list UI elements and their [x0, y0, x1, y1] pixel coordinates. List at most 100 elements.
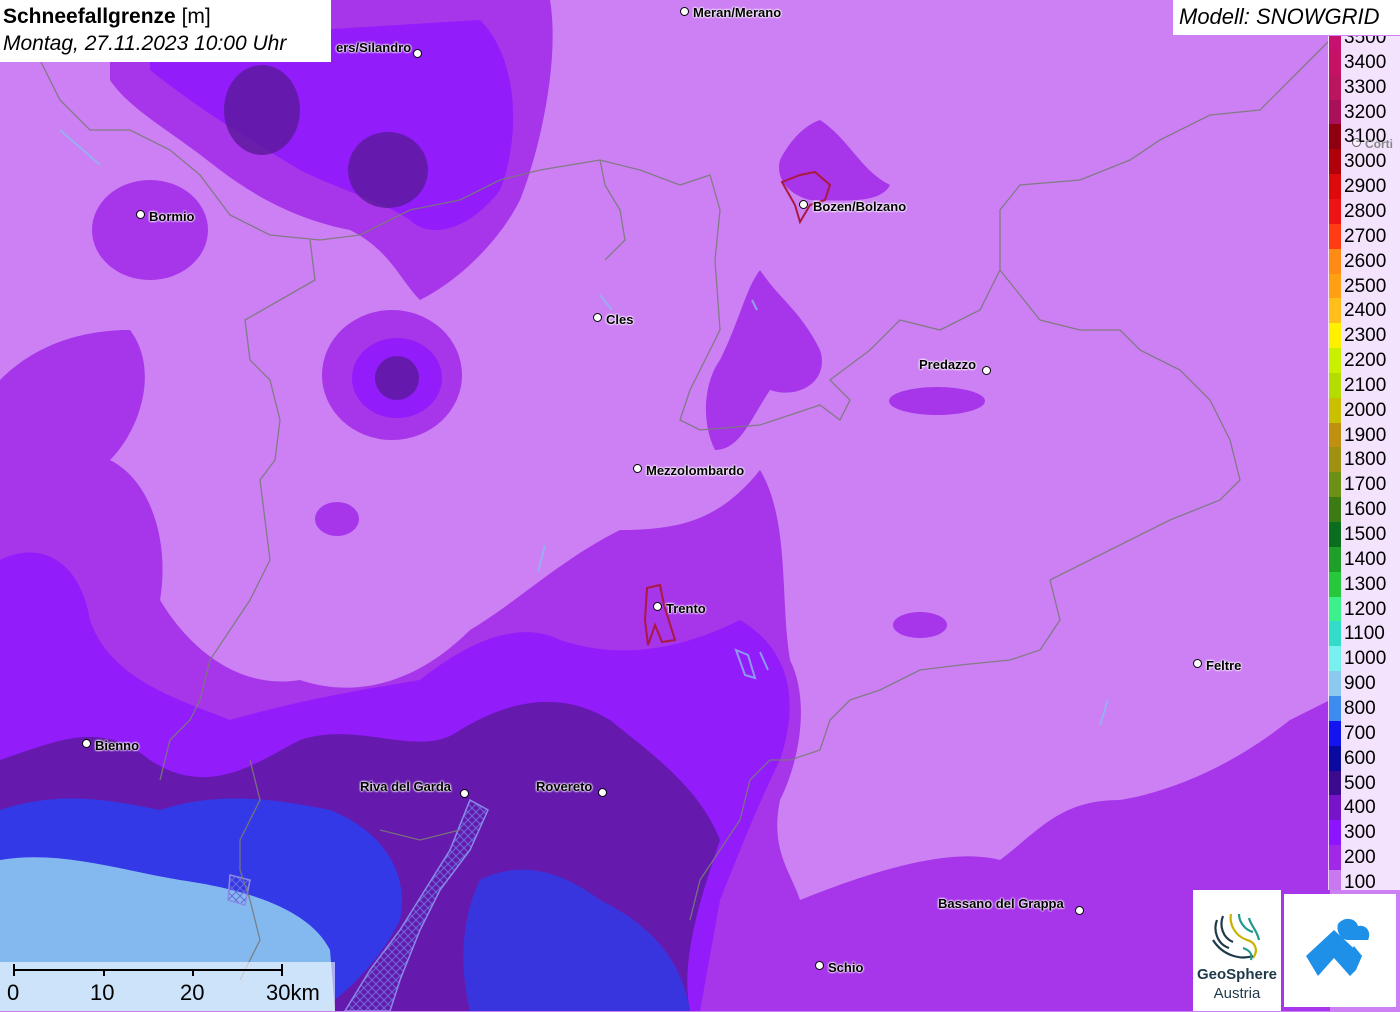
legend-label: 2100	[1344, 374, 1387, 396]
legend-swatch	[1329, 323, 1341, 349]
legend-label: 3200	[1344, 101, 1387, 123]
legend-label: 600	[1344, 747, 1376, 769]
legend-swatch	[1329, 720, 1341, 746]
legend-swatch	[1329, 36, 1341, 50]
city-marker[interactable]	[815, 961, 824, 970]
legend-label: 200	[1344, 847, 1376, 869]
city-label: Bienno	[95, 738, 140, 753]
map-title-bold: Schneefallgrenze	[3, 5, 176, 28]
legend-swatch	[1329, 149, 1341, 175]
city-label: Bozen/Bolzano	[813, 199, 907, 214]
legend-swatch	[1329, 198, 1341, 224]
map-datetime: Montag, 27.11.2023 10:00 Uhr	[3, 32, 287, 55]
legend-swatch	[1329, 124, 1341, 150]
legend-label: 1100	[1344, 623, 1385, 645]
legend-swatch	[1329, 74, 1341, 100]
legend-label: 1200	[1344, 598, 1387, 620]
model-label: Modell: SNOWGRID	[1173, 0, 1400, 35]
city-label: Trento	[666, 601, 706, 616]
legend-label: 2400	[1344, 300, 1387, 322]
geosphere-logo[interactable]: GeoSphere Austria	[1193, 890, 1281, 1011]
city-marker[interactable]	[136, 210, 145, 219]
city-label: Bassano del Grappa	[938, 896, 1064, 911]
geosphere-country: Austria	[1213, 985, 1261, 1002]
legend-swatch	[1329, 745, 1341, 771]
legend-label: 2700	[1344, 225, 1387, 247]
color-legend: 3500 3400 3300 3200 3100 3000 2900 2800 2700 2600…	[1328, 36, 1400, 890]
legend-swatch	[1329, 348, 1341, 374]
legend-swatch	[1329, 596, 1341, 622]
legend-label: 3300	[1344, 76, 1387, 98]
legend-label: 1600	[1344, 499, 1387, 521]
legend-swatch	[1329, 695, 1341, 721]
legend-swatch	[1329, 621, 1341, 647]
legend-swatch	[1329, 497, 1341, 523]
scale-label-10: 10	[90, 980, 115, 1005]
legend-label: 3400	[1344, 51, 1387, 73]
scale-label-20: 20	[180, 980, 205, 1005]
legend-label: 2200	[1344, 350, 1387, 372]
city-marker[interactable]	[680, 7, 689, 16]
legend-swatch	[1329, 372, 1341, 398]
legend-label: 3500	[1344, 36, 1387, 48]
zone-500m-north-b	[348, 132, 428, 208]
legend-swatch	[1329, 472, 1341, 498]
legend-label: 1500	[1344, 524, 1387, 545]
legend-label: 2800	[1344, 200, 1387, 222]
legend-swatch	[1329, 646, 1341, 672]
city-marker[interactable]	[1075, 906, 1084, 915]
legend-swatch	[1329, 298, 1341, 324]
snowfall-limit-map[interactable]	[0, 0, 1400, 1011]
legend-swatch	[1329, 795, 1341, 821]
legend-label: 2900	[1344, 176, 1387, 198]
city-label: Feltre	[1206, 658, 1242, 673]
legend-swatch	[1329, 571, 1341, 597]
city-marker[interactable]	[799, 200, 808, 209]
city-marker[interactable]	[593, 313, 602, 322]
map-title-unit: [m]	[181, 5, 211, 28]
legend-swatch	[1329, 546, 1341, 572]
legend-label: 1000	[1344, 648, 1387, 670]
legend-swatch	[1329, 820, 1341, 846]
city-marker[interactable]	[653, 602, 662, 611]
legend-label: 100	[1344, 871, 1376, 890]
legend-swatch	[1329, 671, 1341, 697]
legend-label: 2600	[1344, 250, 1387, 272]
city-label: Bormio	[149, 209, 195, 224]
city-label: Meran/Merano	[693, 5, 782, 20]
city-marker[interactable]	[460, 789, 469, 798]
legend-label: 300	[1344, 822, 1376, 844]
legend-swatch	[1329, 174, 1341, 200]
city-marker[interactable]	[598, 788, 607, 797]
legend-swatch	[1329, 248, 1341, 274]
zone-500m-north-a	[224, 65, 300, 155]
city-marker[interactable]	[82, 739, 91, 748]
city-marker[interactable]	[982, 366, 991, 375]
city-label: ers/Silandro	[336, 40, 412, 55]
city-marker[interactable]	[1352, 138, 1361, 147]
legend-swatch	[1329, 223, 1341, 249]
zone-500m-center	[375, 356, 419, 400]
city-label: Riva del Garda	[360, 779, 452, 794]
zone-200m-bormio	[92, 180, 208, 280]
zone-200m-small	[315, 502, 359, 536]
legend-swatch	[1329, 869, 1341, 890]
legend-swatch	[1329, 447, 1341, 473]
scale-label-0: 0	[7, 980, 20, 1005]
legend-swatch	[1329, 273, 1341, 299]
legend-label: 500	[1344, 772, 1376, 794]
scale-bar: 0 10 20 30km	[0, 962, 335, 1011]
legend-label: 1300	[1344, 573, 1387, 595]
legend-label: 2300	[1344, 325, 1387, 347]
city-label: Cles	[606, 312, 634, 327]
zone-200m-predazzo	[889, 387, 985, 415]
city-marker[interactable]	[633, 464, 642, 473]
weather-app-logo[interactable]	[1284, 894, 1396, 1007]
map-title: Schneefallgrenze [m]	[3, 3, 331, 30]
scale-label-30: 30km	[266, 980, 320, 1005]
city-marker[interactable]	[1193, 659, 1202, 668]
city-marker[interactable]	[413, 49, 422, 58]
map-title-box: Schneefallgrenze [m] Montag, 27.11.2023 …	[0, 0, 331, 62]
legend-swatch	[1329, 845, 1341, 871]
cloud-mountain-icon	[1306, 918, 1370, 976]
